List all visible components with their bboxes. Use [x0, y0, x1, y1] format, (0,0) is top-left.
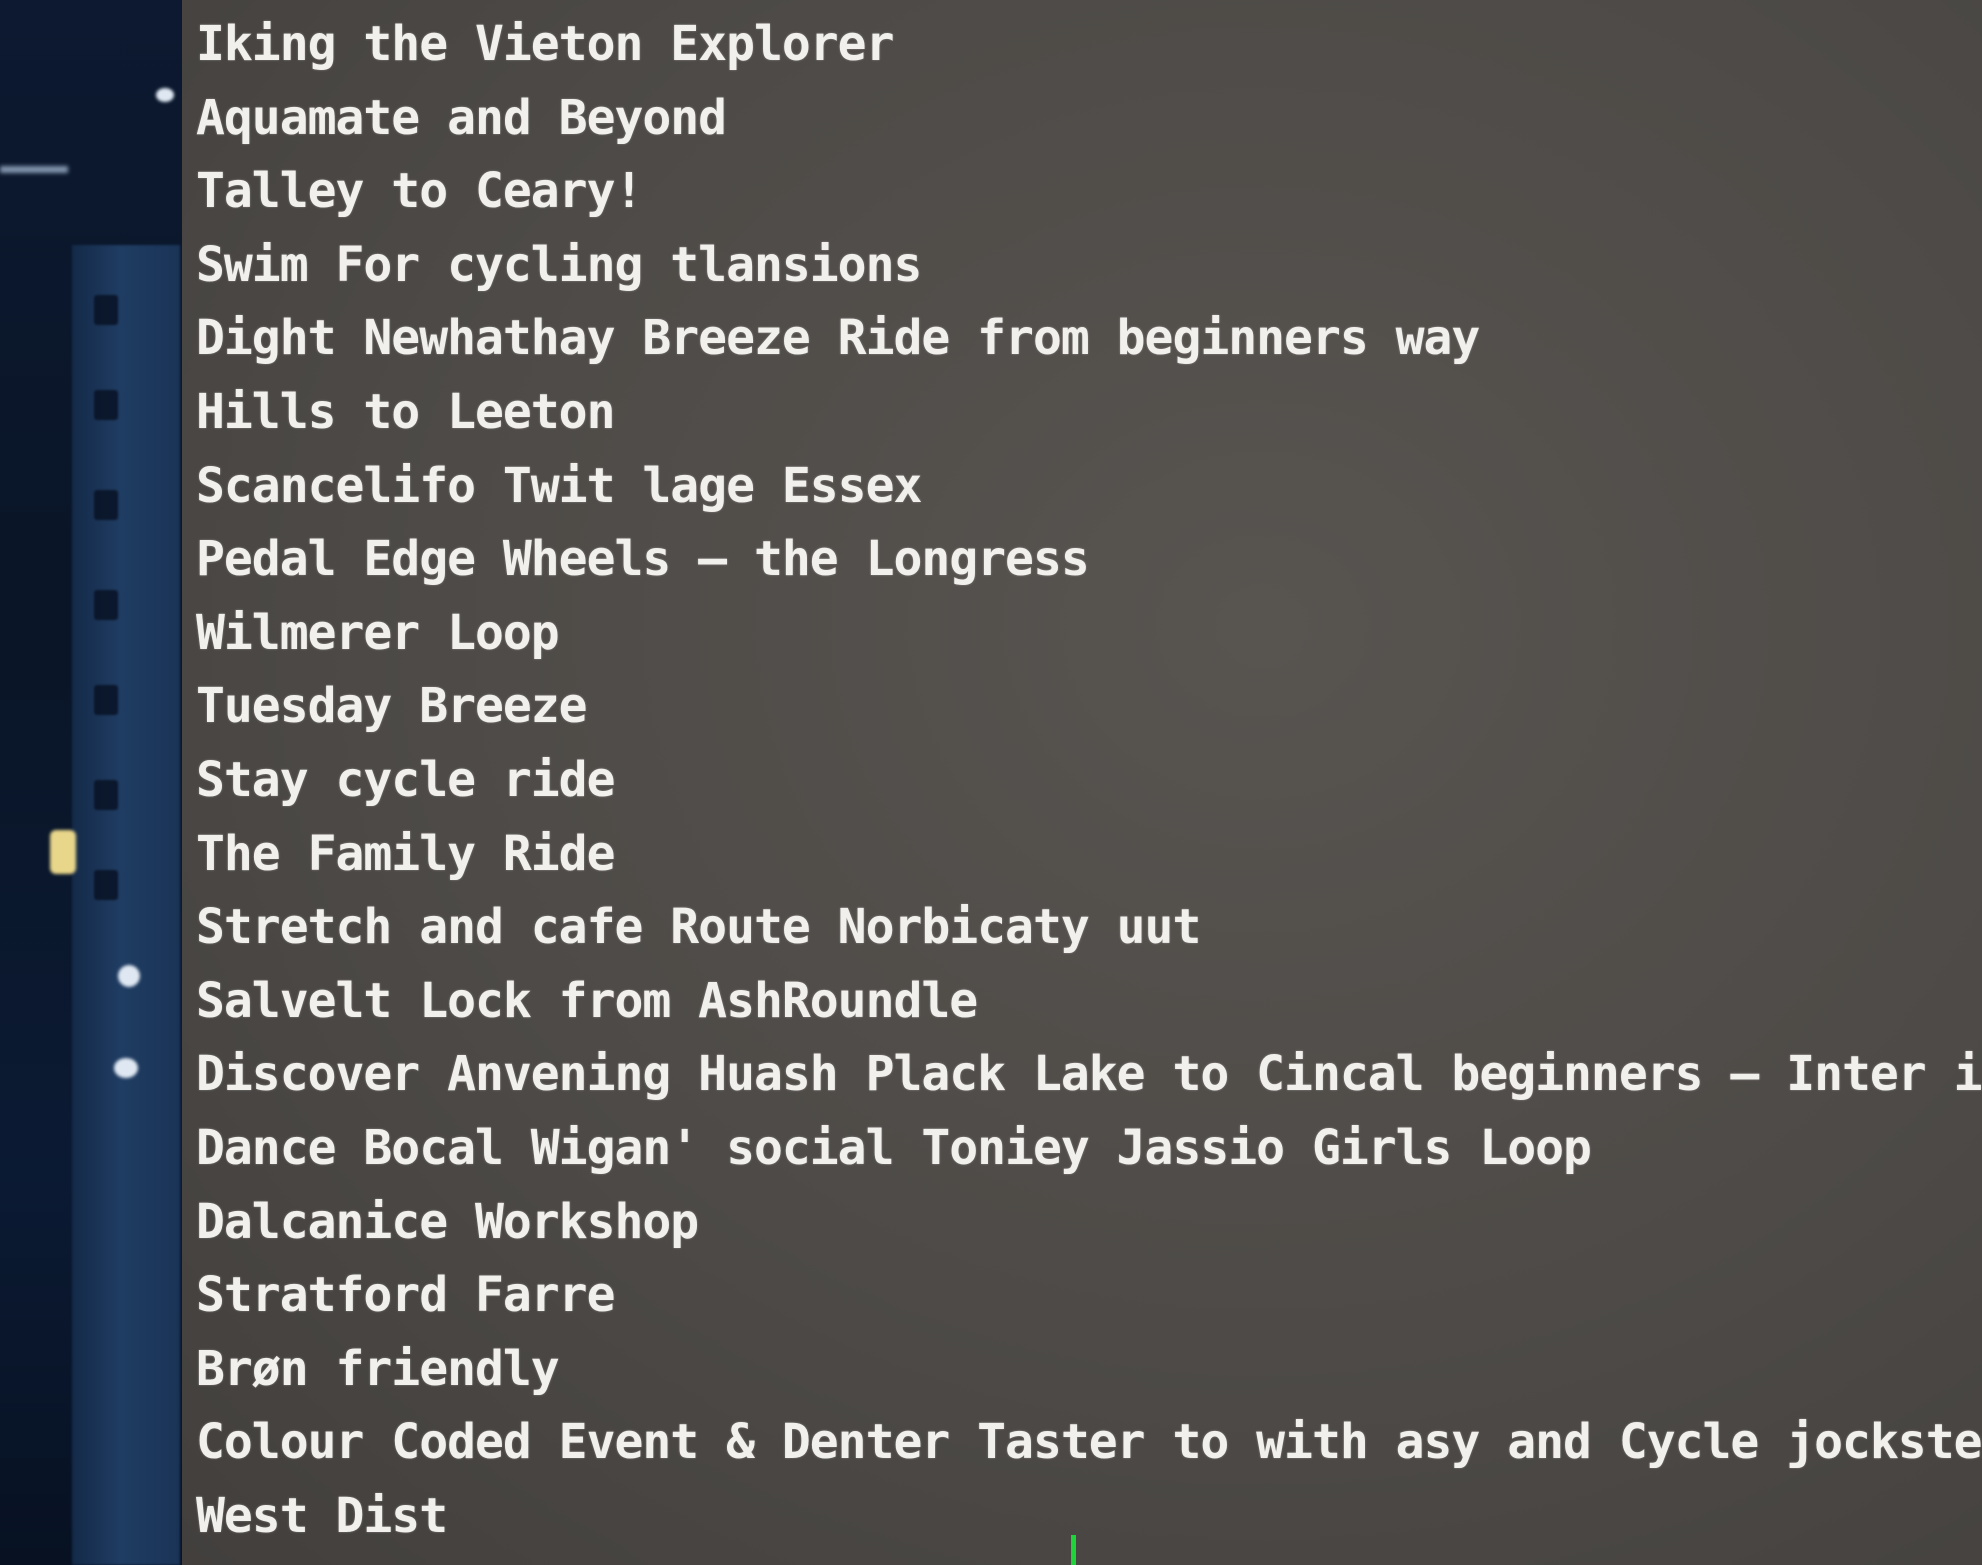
building-window — [94, 685, 118, 715]
building-window — [94, 870, 118, 900]
terminal-window[interactable]: Iking the Vieton Explorer Aquamate and B… — [182, 0, 1982, 1565]
city-light — [118, 965, 140, 987]
city-light — [156, 88, 174, 102]
background-window-edge — [0, 0, 182, 1565]
terminal-line: Tuesday Breeze — [196, 678, 588, 735]
terminal-line: Stratford Farre — [196, 1267, 615, 1324]
building-window — [94, 780, 118, 810]
terminal-cursor — [1071, 1535, 1076, 1565]
building-window — [94, 490, 118, 520]
terminal-line: Hills to Leeton — [196, 383, 615, 440]
terminal-line: Colour Coded Event & Denter Taster to wi… — [196, 1414, 1982, 1471]
blurred-building — [72, 245, 180, 1565]
terminal-line: Dight Newhathay Breeze Ride from beginne… — [196, 310, 1480, 367]
terminal-line: Stay cycle ride — [196, 751, 615, 808]
terminal-line: Iking the Vieton Explorer — [196, 16, 894, 72]
terminal-line: Dance Bocal Wigan' social Toniey Jassio … — [196, 1119, 1592, 1176]
city-light — [50, 830, 76, 874]
building-window — [94, 295, 118, 325]
terminal-line: West Dist — [196, 1487, 448, 1544]
photo-of-screen: Iking the Vieton Explorer Aquamate and B… — [0, 0, 1982, 1565]
building-window — [94, 390, 118, 420]
terminal-line: Talley to Ceary! — [196, 163, 643, 220]
terminal-line: Stretch and cafe Route Norbicaty uut — [196, 899, 1201, 956]
building-window — [94, 590, 118, 620]
city-light — [114, 1058, 138, 1078]
terminal-line: Discover Anvening Huash Plack Lake to Ci… — [196, 1046, 1982, 1103]
terminal-output: Iking the Vieton Explorer Aquamate and B… — [196, 14, 1982, 1559]
terminal-line: Scancelifo Twit lage Essex — [196, 457, 922, 514]
terminal-line: Aquamate and Beyond — [196, 89, 727, 146]
terminal-line: Swim For cycling tlansions — [196, 236, 922, 293]
terminal-line: Salvelt Lock from AshRoundle — [196, 972, 978, 1029]
terminal-line: The Family Ride — [196, 825, 615, 882]
terminal-line: Brøn friendly — [196, 1340, 560, 1397]
terminal-line: Pedal Edge Wheels – the Longress — [196, 531, 1090, 588]
light-streak — [0, 166, 68, 173]
terminal-line: Wilmerer Loop — [196, 604, 560, 661]
terminal-line: Dalcanice Workshop — [196, 1193, 699, 1250]
